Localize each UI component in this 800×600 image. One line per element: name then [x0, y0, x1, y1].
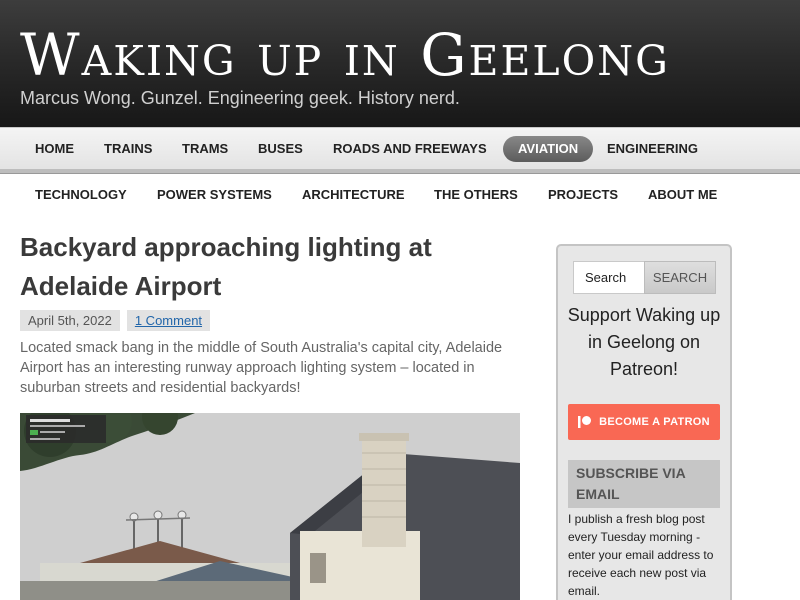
become-a-patron-button[interactable]: BECOME A PATRON [568, 404, 720, 440]
sidebar: Search Search Support Waking up in Geelo… [556, 244, 732, 600]
subscribe-heading: Subscribe via Email [568, 460, 720, 508]
post-title[interactable]: Backyard approaching lighting at Adelaid… [20, 228, 520, 306]
nav-buses[interactable]: Buses [243, 136, 318, 162]
post-photo[interactable] [20, 413, 520, 600]
nav-about-me[interactable]: About Me [633, 182, 732, 208]
nav-engineering[interactable]: Engineering [592, 136, 713, 162]
post-excerpt: Located smack bang in the middle of Sout… [20, 340, 503, 396]
primary-nav: Home Trains Trams Buses Roads and Freewa… [0, 127, 800, 173]
nav-trains[interactable]: Trains [89, 136, 167, 162]
comments-link[interactable]: 1 Comment [135, 313, 202, 328]
nav-power-systems[interactable]: Power Systems [142, 182, 287, 208]
comments-box: 1 Comment [126, 310, 211, 331]
nav-projects[interactable]: Projects [533, 182, 633, 208]
nav-roads-and-freeways[interactable]: Roads and Freeways [318, 136, 502, 162]
street-view-photo-icon [20, 413, 520, 600]
nav-architecture[interactable]: Architecture [287, 182, 420, 208]
secondary-nav: Technology Power Systems Architecture Th… [0, 174, 800, 220]
site-header: Waking up in Geelong Marcus Wong. Gunzel… [0, 0, 800, 127]
post-meta: April 5th, 2022 1 Comment [20, 310, 211, 331]
site-title[interactable]: Waking up in Geelong [20, 22, 670, 88]
nav-home[interactable]: Home [20, 136, 89, 162]
nav-technology[interactable]: Technology [20, 182, 142, 208]
site-tagline: Marcus Wong. Gunzel. Engineering geek. H… [20, 88, 460, 108]
post-date: April 5th, 2022 [20, 310, 120, 331]
subscribe-text: I publish a fresh blog post every Tuesda… [568, 512, 714, 598]
patreon-logo-icon [578, 416, 592, 428]
patreon-button-label: BECOME A PATRON [599, 416, 710, 428]
nav-aviation[interactable]: Aviation [503, 136, 594, 162]
search-input[interactable]: Search [573, 261, 645, 294]
nav-the-others[interactable]: The Others [419, 182, 533, 208]
search-button[interactable]: Search [644, 261, 716, 294]
patreon-promo-text: Support Waking up in Geelong on Patreon! [567, 305, 721, 379]
nav-trams[interactable]: Trams [167, 136, 243, 162]
